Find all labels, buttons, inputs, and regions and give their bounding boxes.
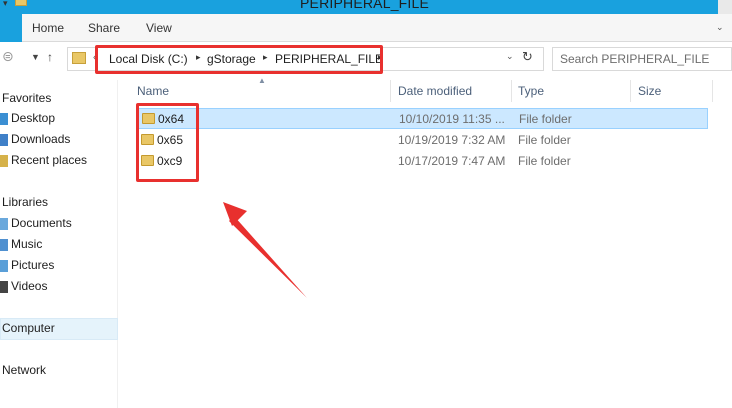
- arrow-head: [223, 202, 247, 226]
- annotation-arrow: [223, 202, 307, 298]
- arrow-shaft: [229, 216, 307, 298]
